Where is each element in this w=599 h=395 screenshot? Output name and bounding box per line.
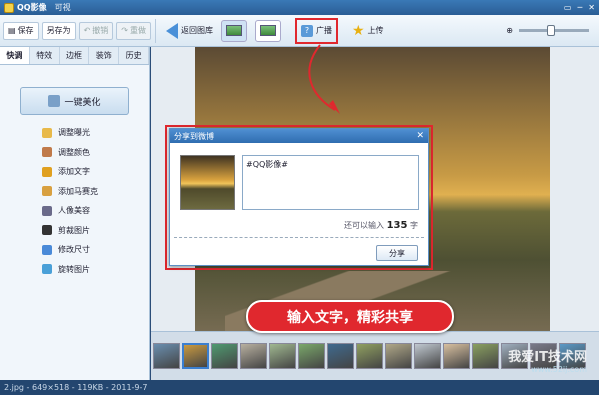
sidebar-item-mosaic[interactable]: 添加马赛克 [0, 182, 149, 202]
dialog-title: 分享到微博 [174, 131, 214, 141]
upload-button[interactable]: ★ 上传 [352, 23, 384, 39]
adjust-menu: 调整曝光调整颜色添加文字添加马赛克人像美容剪裁图片修改尺寸旋转图片 [0, 123, 149, 279]
broadcast-icon: ? [300, 24, 313, 37]
single-view-button[interactable] [220, 19, 247, 42]
filmstrip-thumbnail[interactable] [182, 343, 209, 369]
status-bar: 2.jpg - 649×518 - 119KB - 2011-9-7 [0, 380, 599, 395]
redo-label: 重做 [129, 26, 146, 35]
weibo-text-input[interactable]: #QQ影像# [242, 155, 419, 210]
tab-effects[interactable]: 特效 [30, 47, 60, 64]
compare-view-button[interactable] [254, 19, 281, 42]
beautify-icon [48, 95, 61, 107]
upload-star-icon: ★ [351, 22, 365, 39]
zoom-slider-knob[interactable] [547, 25, 555, 36]
close-icon[interactable]: ✕ [588, 3, 595, 12]
resize-icon [42, 244, 52, 255]
sidebar-item-crop[interactable]: 剪裁图片 [0, 221, 149, 241]
window-controls: ▭ ─ ✕ [564, 3, 595, 12]
image-info-text: 2.jpg - 649×518 - 119KB - 2011-9-7 [4, 383, 148, 392]
undo-label: 撤销 [92, 26, 109, 35]
title-bar: QQ影像 可视 ▭ ─ ✕ [0, 0, 599, 15]
undo-icon: ↶ [83, 26, 91, 35]
undo-button[interactable]: ↶ 撤销 [78, 21, 114, 40]
portrait-icon [42, 205, 52, 216]
mosaic-icon [42, 186, 52, 197]
sidebar-item-color[interactable]: 调整颜色 [0, 143, 149, 163]
one-click-beautify-button[interactable]: 一键美化 [20, 87, 129, 115]
dialog-photo-thumbnail [180, 155, 235, 210]
save-button[interactable]: ▤ 保存 [3, 21, 39, 40]
zoom-slider[interactable] [519, 25, 589, 36]
rotate-icon [42, 264, 52, 275]
back-label: 返回图库 [180, 26, 213, 35]
filmstrip-thumbnail[interactable] [211, 343, 238, 369]
sidebar-item-label: 添加马赛克 [58, 186, 98, 196]
edit-sidebar: 快调 特效 边框 装饰 历史 一键美化 调整曝光调整颜色添加文字添加马赛克人像美… [0, 47, 150, 380]
sidebar-item-resize[interactable]: 修改尺寸 [0, 240, 149, 260]
sidebar-item-label: 调整颜色 [58, 147, 90, 157]
share-to-weibo-dialog: 分享到微博 ✕ #QQ影像# 还可以输入 135 字 分享 [169, 128, 429, 266]
sidebar-item-label: 旋转图片 [58, 264, 90, 274]
sidebar-tabs: 快调 特效 边框 装饰 历史 [0, 47, 149, 65]
filmstrip-thumbnail[interactable] [298, 343, 325, 369]
dialog-divider [174, 237, 424, 238]
upload-label: 上传 [367, 26, 384, 35]
tab-borders[interactable]: 边框 [60, 47, 90, 64]
color-icon [42, 147, 52, 158]
redo-button[interactable]: ↷ 重做 [116, 21, 151, 40]
sidebar-item-label: 添加文字 [58, 167, 90, 177]
save-as-button[interactable]: 另存为 [41, 21, 76, 40]
remaining-number: 135 [386, 220, 408, 231]
save-icon: ▤ [8, 26, 16, 35]
sidebar-item-portrait[interactable]: 人像美容 [0, 201, 149, 221]
text-icon [42, 166, 52, 177]
dialog-close-icon[interactable]: ✕ [416, 131, 424, 141]
back-arrow-icon [165, 22, 178, 39]
image-view-icon [225, 25, 242, 36]
save-label: 保存 [17, 26, 34, 35]
sidebar-item-text[interactable]: 添加文字 [0, 162, 149, 182]
broadcast-button[interactable]: ? 广播 [294, 17, 338, 44]
app-title: QQ影像 [17, 3, 47, 12]
sidebar-item-label: 调整曝光 [58, 128, 90, 138]
watermark-url: www.52ij.com [531, 365, 587, 374]
restore-icon[interactable]: ▭ [564, 3, 572, 12]
sidebar-item-exposure[interactable]: 调整曝光 [0, 123, 149, 143]
sidebar-item-label: 人像美容 [58, 206, 90, 216]
share-button[interactable]: 分享 [376, 245, 418, 261]
crop-icon [42, 225, 52, 236]
broadcast-label: 广播 [315, 26, 332, 35]
tab-quick-adjust[interactable]: 快调 [0, 47, 30, 64]
filmstrip-thumbnail[interactable] [153, 343, 180, 369]
filmstrip-thumbnail[interactable] [269, 343, 296, 369]
toolbar-divider [154, 18, 156, 43]
zoom-control: ⊕ [506, 25, 589, 36]
back-to-gallery-button[interactable]: 返回图库 [165, 22, 213, 39]
filmstrip-thumbnail[interactable] [240, 343, 267, 369]
sidebar-item-rotate[interactable]: 旋转图片 [0, 260, 149, 280]
filmstrip-thumbnail[interactable] [356, 343, 383, 369]
watermark-title: 我爱IT技术网 [508, 350, 587, 365]
dialog-title-bar: 分享到微博 ✕ [170, 129, 428, 143]
exposure-icon [42, 127, 52, 138]
app-version-menu[interactable]: 可视 [55, 2, 71, 13]
annotation-callout: 输入文字，精彩共享 [246, 300, 454, 333]
main-toolbar: ▤ 保存 另存为 ↶ 撤销 ↷ 重做 返回图库 ? 广播 ★ 上传 ⊕ [0, 15, 599, 47]
beautify-label: 一键美化 [64, 97, 101, 108]
minimize-icon[interactable]: ─ [577, 3, 582, 12]
sidebar-item-label: 修改尺寸 [58, 245, 90, 255]
remaining-prefix: 还可以输入 [344, 221, 385, 230]
filmstrip-thumbnail[interactable] [327, 343, 354, 369]
remaining-suffix: 字 [410, 221, 418, 230]
app-logo-icon [4, 2, 14, 13]
tab-history[interactable]: 历史 [119, 47, 149, 64]
save-as-label: 另存为 [46, 26, 71, 35]
remaining-char-count: 还可以输入 135 字 [344, 220, 418, 231]
redo-icon: ↷ [121, 26, 128, 35]
tab-decorations[interactable]: 装饰 [89, 47, 120, 64]
sidebar-item-label: 剪裁图片 [58, 225, 90, 235]
compare-view-icon [259, 25, 276, 36]
zoom-target-icon[interactable]: ⊕ [506, 26, 513, 35]
